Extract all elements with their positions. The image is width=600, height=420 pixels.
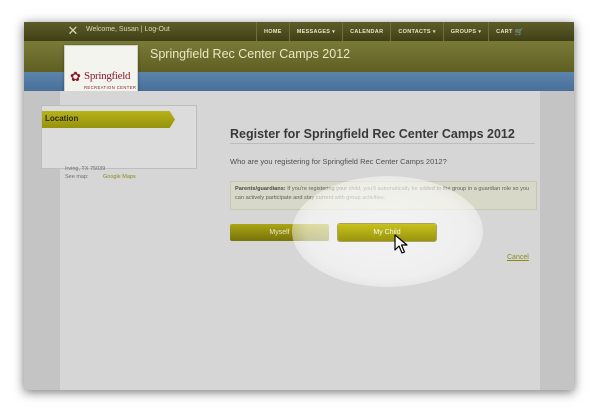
- myself-button[interactable]: Myself: [230, 224, 329, 241]
- flower-logo-icon: ✿: [70, 69, 81, 84]
- location-city: Irving, TX 75039: [65, 166, 106, 172]
- nav-cart-label: CART: [496, 28, 513, 35]
- location-title: Location: [45, 114, 79, 123]
- my-child-button[interactable]: My Child: [338, 224, 436, 241]
- cart-icon: 🛒: [514, 28, 524, 36]
- nav-calendar-label: CALENDAR: [350, 28, 384, 35]
- welcome-label: Welcome, Susan |: [86, 26, 143, 33]
- nav-calendar[interactable]: CALENDAR: [342, 22, 390, 41]
- nav-cart[interactable]: CART 🛒: [488, 22, 531, 41]
- title-divider: [230, 143, 535, 144]
- parents-info-label: Parents/guardians:: [235, 186, 286, 192]
- nav-home-label: HOME: [264, 28, 282, 35]
- cancel-link[interactable]: Cancel: [507, 254, 529, 261]
- mouse-pointer-icon: [394, 234, 408, 254]
- nav-contacts[interactable]: CONTACTS ▾: [390, 22, 442, 41]
- nav-groups[interactable]: GROUPS ▾: [442, 22, 488, 41]
- chevron-down-icon: ▾: [478, 28, 482, 35]
- site-logo-icon[interactable]: ✕: [65, 24, 81, 38]
- logout-link[interactable]: Log-Out: [145, 26, 170, 33]
- nav-messages[interactable]: MESSAGES ▾: [288, 22, 342, 41]
- chevron-down-icon: ▾: [432, 28, 436, 35]
- chevron-down-icon: ▾: [332, 28, 336, 35]
- logo-subtitle: RECREATION CENTER: [84, 85, 137, 90]
- nav-groups-label: GROUPS: [450, 28, 477, 35]
- nav-messages-label: MESSAGES: [296, 28, 331, 35]
- welcome-text: Welcome, Susan | Log-Out: [86, 26, 170, 33]
- logo-name: Springfield: [84, 70, 131, 82]
- register-question: Who are you registering for Springfield …: [230, 157, 447, 166]
- google-maps-link[interactable]: Google Maps: [103, 174, 136, 180]
- nav-contacts-label: CONTACTS: [398, 28, 431, 35]
- parents-info-text: Parents/guardians: If you're registering…: [235, 185, 531, 202]
- page-title: Register for Springfield Rec Center Camp…: [230, 127, 515, 141]
- main-nav: HOME MESSAGES ▾ CALENDAR CONTACTS ▾ GROU…: [256, 22, 531, 41]
- nav-home[interactable]: HOME: [256, 22, 289, 41]
- banner-title: Springfield Rec Center Camps 2012: [150, 47, 351, 61]
- location-map-label: See map:: [65, 174, 89, 180]
- top-nav-bar: ✕ Welcome, Susan | Log-Out HOME MESSAGES…: [24, 22, 574, 42]
